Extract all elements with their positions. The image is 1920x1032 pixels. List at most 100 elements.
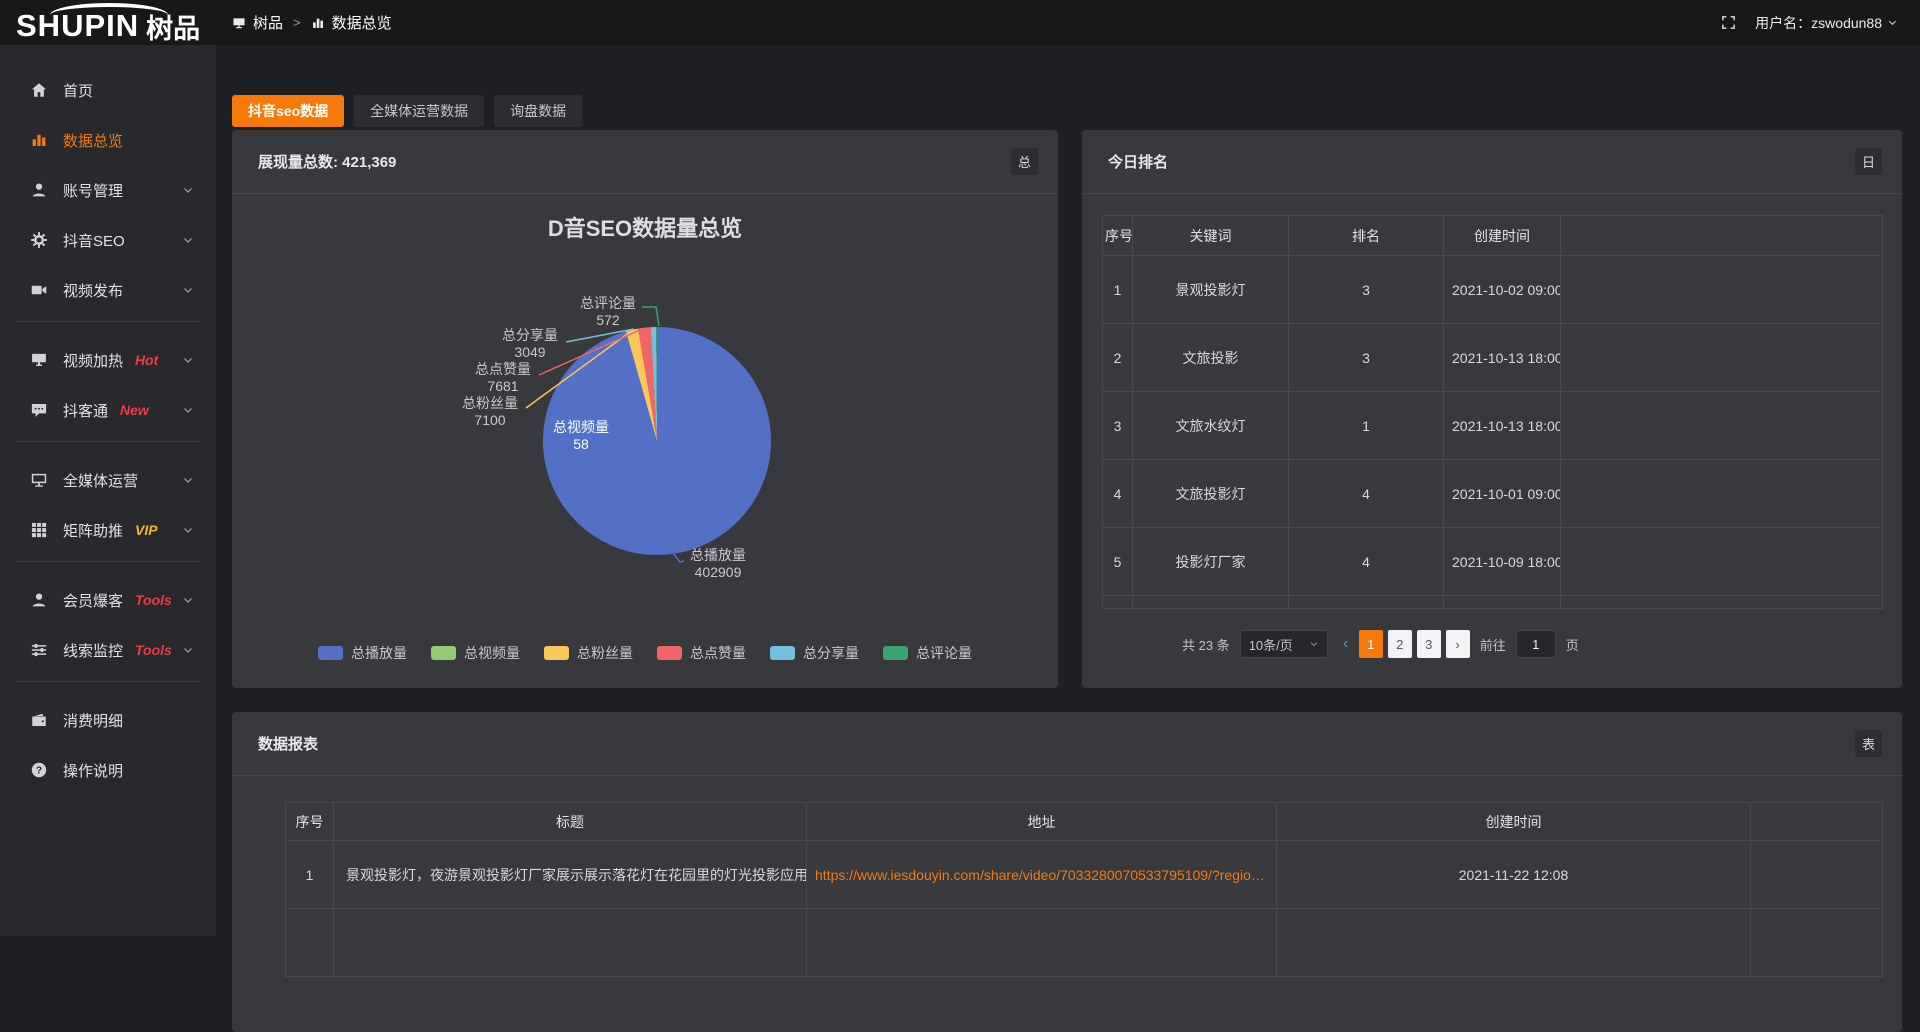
fullscreen-icon[interactable] [1720, 14, 1737, 31]
page-size-value: 10条/页 [1249, 635, 1293, 654]
table-cell: 景观投影灯 [1133, 256, 1289, 324]
sidebar-item-11[interactable]: 消费明细 [0, 695, 216, 745]
chevron-down-icon [182, 524, 194, 536]
page-button-1[interactable]: 1 [1359, 630, 1383, 658]
sidebar-item-label: 操作说明 [63, 760, 123, 781]
chevron-down-icon [182, 404, 194, 416]
prev-page-button[interactable]: ‹ [1338, 630, 1354, 658]
bar-chart-icon [311, 16, 325, 30]
tab-bar: 抖音seo数据全媒体运营数据询盘数据 [232, 95, 582, 127]
main-content: 抖音seo数据全媒体运营数据询盘数据 展现量总数: 421,369 总 D音SE… [216, 45, 1920, 936]
table-cell: 文旅投影灯 [1133, 460, 1289, 528]
chevron-down-icon [182, 184, 194, 196]
sidebar-item-label: 数据总览 [63, 130, 123, 151]
chevron-down-icon [182, 354, 194, 366]
column-header: 关键词 [1133, 216, 1289, 256]
breadcrumb-separator: > [293, 15, 301, 30]
sidebar-item-8[interactable]: 矩阵助推VIP [0, 505, 216, 555]
username-dropdown[interactable]: 用户名：zswodun88 [1755, 13, 1898, 33]
total-badge-button[interactable]: 总 [1011, 148, 1038, 175]
tab-2[interactable]: 询盘数据 [494, 95, 582, 127]
help-icon: ? [30, 761, 48, 779]
legend-swatch [544, 646, 569, 660]
sidebar-item-1[interactable]: 数据总览 [0, 115, 216, 165]
legend-item-2[interactable]: 总粉丝量 [544, 643, 633, 663]
table-badge-button[interactable]: 表 [1855, 730, 1882, 757]
svg-text:?: ? [36, 765, 42, 776]
table-cell: 4 [1289, 460, 1444, 528]
legend-item-4[interactable]: 总分享量 [770, 643, 859, 663]
sidebar-item-label: 首页 [63, 80, 93, 101]
overview-panel-header: 展现量总数: 421,369 总 [232, 130, 1058, 194]
sidebar-item-5[interactable]: 视频加热Hot [0, 335, 216, 385]
sidebar-item-4[interactable]: 视频发布 [0, 265, 216, 315]
next-page-button[interactable]: › [1446, 630, 1470, 658]
home-icon [30, 81, 48, 99]
page-button-3[interactable]: 3 [1417, 630, 1441, 658]
table-cell: 文旅投影 [1133, 324, 1289, 392]
sidebar-item-7[interactable]: 全媒体运营 [0, 455, 216, 505]
tab-1[interactable]: 全媒体运营数据 [354, 95, 484, 127]
topbar-right: 用户名：zswodun88 [1720, 0, 1898, 45]
table-cell: 2 [1103, 324, 1133, 392]
breadcrumb-current: 数据总览 [332, 12, 392, 33]
pie-label-name: 总点赞量 [471, 361, 535, 378]
legend-item-1[interactable]: 总视频量 [431, 643, 520, 663]
column-header: 创建时间 [1444, 216, 1561, 256]
sidebar-item-3[interactable]: 抖音SEO [0, 215, 216, 265]
ranking-panel: 今日排名 日 序号关键词排名创建时间1景观投影灯32021-10-02 09:0… [1082, 130, 1902, 688]
breadcrumb-root[interactable]: 树品 [253, 12, 283, 33]
sidebar-item-9[interactable]: 会员爆客Tools [0, 575, 216, 625]
legend-label: 总分享量 [803, 643, 859, 663]
table-cell: 3 [1289, 256, 1444, 324]
ranking-table: 序号关键词排名创建时间1景观投影灯32021-10-02 09:002文旅投影3… [1102, 215, 1883, 609]
report-link[interactable]: https://www.iesdouyin.com/share/video/70… [807, 841, 1277, 909]
sidebar-item-2[interactable]: 账号管理 [0, 165, 216, 215]
sidebar-divider [14, 441, 202, 442]
chevron-down-icon [182, 644, 194, 656]
table-header-row: 序号关键词排名创建时间 [1103, 216, 1883, 256]
sidebar-item-label: 账号管理 [63, 180, 123, 201]
legend-item-5[interactable]: 总评论量 [883, 643, 972, 663]
sidebar-item-label: 全媒体运营 [63, 470, 138, 491]
column-header: 标题 [334, 803, 807, 841]
sidebar-item-10[interactable]: 线索监控Tools [0, 625, 216, 675]
table-cell: 2021-10-09 18:00 [1444, 528, 1561, 596]
pie-label-value: 3049 [498, 344, 562, 361]
table-cell: 4 [1103, 460, 1133, 528]
overview-panel: 展现量总数: 421,369 总 D音SEO数据量总览 总播放量402909总视… [232, 130, 1058, 688]
sidebar-item-6[interactable]: 抖客通New [0, 385, 216, 435]
table-row-partial [1103, 596, 1883, 609]
pie-label-name: 总分享量 [498, 327, 562, 344]
topbar: SHUPIN 树品 树品 > 数据总览 用户名：zswodun88 [0, 0, 1920, 45]
sidebar-divider [14, 681, 202, 682]
sidebar-item-label: 抖音SEO [63, 230, 125, 251]
day-badge-button[interactable]: 日 [1855, 148, 1882, 175]
sidebar-item-12[interactable]: ? 操作说明 [0, 745, 216, 795]
sidebar-item-label: 视频发布 [63, 280, 123, 301]
legend-item-0[interactable]: 总播放量 [318, 643, 407, 663]
pie-label-5: 总评论量572 [576, 295, 640, 329]
ranking-panel-header: 今日排名 日 [1082, 130, 1902, 194]
app-icon [232, 16, 246, 30]
sidebar-item-badge: Hot [135, 352, 158, 368]
pie-label-value: 7681 [471, 378, 535, 395]
page-size-select[interactable]: 10条/页 [1240, 630, 1328, 658]
wallet-icon [30, 711, 48, 729]
tab-0[interactable]: 抖音seo数据 [232, 95, 344, 127]
pie-chart: D音SEO数据量总览 总播放量402909总视频量58总粉丝量7100总点赞量7… [232, 195, 1058, 688]
page-button-2[interactable]: 2 [1388, 630, 1412, 658]
sidebar-item-0[interactable]: 首页 [0, 65, 216, 115]
legend-label: 总粉丝量 [577, 643, 633, 663]
legend-swatch [431, 646, 456, 660]
chevron-down-icon [1309, 639, 1319, 649]
sidebar-item-label: 线索监控 [63, 640, 123, 661]
pie-label-name: 总评论量 [576, 295, 640, 312]
column-header: 地址 [807, 803, 1277, 841]
pie-label-name: 总视频量 [549, 419, 613, 436]
table-cell: 文旅水纹灯 [1133, 392, 1289, 460]
legend-item-3[interactable]: 总点赞量 [657, 643, 746, 663]
report-panel: 数据报表 表 序号标题地址创建时间1景观投影灯，夜游景观投影灯厂家展示展示落花灯… [232, 712, 1902, 1032]
user-icon [30, 181, 48, 199]
goto-page-input[interactable] [1516, 630, 1556, 658]
